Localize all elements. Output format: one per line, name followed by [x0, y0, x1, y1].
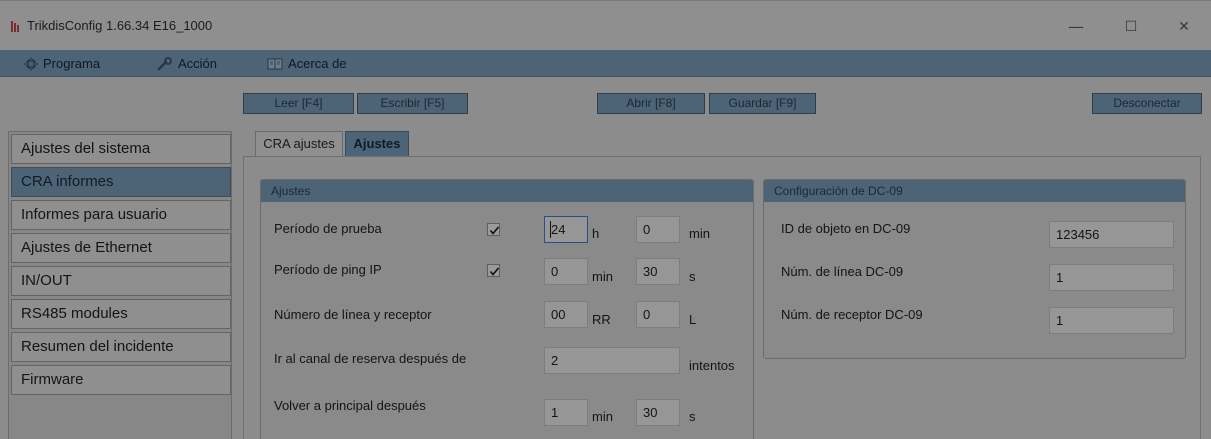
ping-period-checkbox[interactable]: [487, 264, 500, 277]
dc09-receiver-number-label: Núm. de receptor DC-09: [781, 307, 923, 322]
dc09-line-number-input[interactable]: 1: [1049, 264, 1174, 291]
receiver-unit-label: RR: [592, 312, 611, 327]
minutes-unit-label: min: [592, 409, 613, 424]
backup-attempts-input[interactable]: 2: [544, 347, 680, 374]
backup-channel-label: Ir al canal de reserva después de: [274, 351, 467, 366]
dc09-object-id-input[interactable]: 123456: [1049, 221, 1174, 248]
menu-bar: Programa Acción Acerca de: [0, 50, 1211, 77]
line-number-input[interactable]: 0: [636, 301, 680, 328]
hours-unit-label: h: [592, 226, 600, 241]
menu-action-label: Acción: [178, 56, 218, 71]
window-title: TrikdisConfig 1.66.34 E16_1000: [27, 18, 213, 33]
write-button[interactable]: Escribir [F5]: [357, 93, 468, 114]
menu-action[interactable]: Acción: [157, 54, 217, 74]
wrench-icon: [157, 57, 172, 71]
read-button[interactable]: Leer [F4]: [243, 93, 354, 114]
ping-period-minutes-input[interactable]: 0: [544, 258, 588, 285]
menu-about-label: Acerca de: [288, 56, 347, 71]
line-receiver-label: Número de línea y receptor: [274, 307, 432, 322]
dc09-line-number-label: Núm. de línea DC-09: [781, 264, 904, 279]
tab-cra-settings[interactable]: CRA ajustes: [255, 131, 343, 157]
title-bar: TrikdisConfig 1.66.34 E16_1000 — ☐ ✕: [0, 0, 1211, 50]
sidebar-item-in-out[interactable]: IN/OUT: [11, 266, 231, 296]
dc09-receiver-number-input[interactable]: 1: [1049, 307, 1174, 334]
seconds-unit-label: s: [689, 409, 696, 424]
open-button[interactable]: Abrir [F8]: [597, 93, 705, 114]
tab-panel: Ajustes Período de prueba 24 h 0 min Per…: [243, 156, 1201, 439]
menu-about[interactable]: Acerca de: [267, 54, 347, 74]
app-logo-icon: [11, 21, 19, 32]
settings-group: Ajustes Período de prueba 24 h 0 min Per…: [260, 179, 754, 439]
gear-icon: [24, 57, 38, 71]
close-button[interactable]: ✕: [1169, 15, 1199, 39]
test-period-hours-input[interactable]: 24: [544, 216, 588, 243]
minutes-unit-label: min: [592, 269, 613, 284]
tab-settings[interactable]: Ajustes: [345, 131, 409, 157]
dc09-object-id-label: ID de objeto en DC-09: [781, 221, 911, 236]
attempts-unit-label: intentos: [689, 358, 735, 373]
menu-program[interactable]: Programa: [24, 54, 100, 74]
receiver-number-input[interactable]: 00: [544, 301, 588, 328]
dc09-group: Configuración de DC-09 ID de objeto en D…: [763, 179, 1186, 359]
sidebar-item-cra-reports[interactable]: CRA informes: [11, 167, 231, 197]
maximize-button[interactable]: ☐: [1116, 15, 1146, 39]
checkmark-icon: [489, 226, 500, 235]
return-primary-seconds-input[interactable]: 30: [636, 399, 680, 426]
sidebar-item-ethernet[interactable]: Ajustes de Ethernet: [11, 233, 231, 263]
test-period-checkbox[interactable]: [487, 223, 500, 236]
dc09-group-header: Configuración de DC-09: [764, 180, 1185, 202]
settings-group-header: Ajustes: [261, 180, 753, 202]
sidebar-item-system-settings[interactable]: Ajustes del sistema: [11, 134, 231, 164]
sidebar: Ajustes del sistema CRA informes Informe…: [8, 131, 232, 439]
ping-period-seconds-input[interactable]: 30: [636, 258, 680, 285]
test-period-minutes-input[interactable]: 0: [636, 216, 680, 243]
minutes-unit-label: min: [689, 226, 710, 241]
line-unit-label: L: [689, 312, 697, 327]
disconnect-button[interactable]: Desconectar: [1092, 93, 1202, 114]
seconds-unit-label: s: [689, 269, 696, 284]
book-icon: [267, 58, 283, 70]
save-button[interactable]: Guardar [F9]: [709, 93, 816, 114]
return-primary-label: Volver a principal después: [274, 398, 426, 413]
return-primary-minutes-input[interactable]: 1: [544, 399, 588, 426]
sidebar-item-firmware[interactable]: Firmware: [11, 365, 231, 395]
sidebar-item-rs485[interactable]: RS485 modules: [11, 299, 231, 329]
menu-program-label: Programa: [43, 56, 101, 71]
checkmark-icon: [489, 267, 500, 276]
minimize-button[interactable]: —: [1061, 15, 1091, 39]
sidebar-item-incident-summary[interactable]: Resumen del incidente: [11, 332, 231, 362]
ping-period-label: Período de ping IP: [274, 262, 382, 277]
test-period-label: Período de prueba: [274, 221, 382, 236]
sidebar-item-user-reports[interactable]: Informes para usuario: [11, 200, 231, 230]
